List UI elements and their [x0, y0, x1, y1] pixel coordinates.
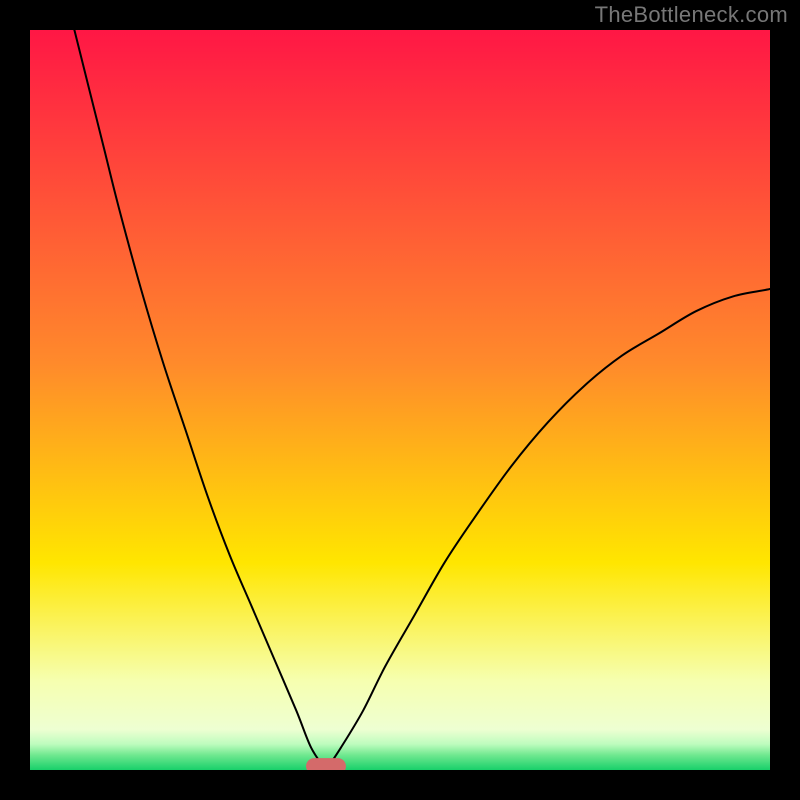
watermark-text: TheBottleneck.com — [595, 2, 788, 28]
chart-container: TheBottleneck.com — [0, 0, 800, 800]
plot-background — [30, 30, 770, 770]
bottleneck-chart — [0, 0, 800, 800]
